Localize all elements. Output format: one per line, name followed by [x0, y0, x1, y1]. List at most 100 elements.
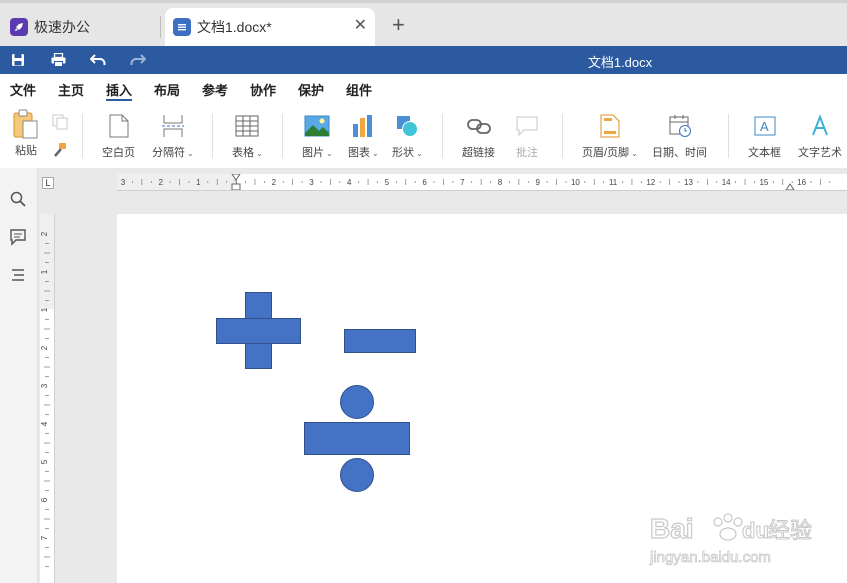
image-icon [304, 112, 330, 140]
copy-icon[interactable] [52, 114, 68, 133]
word-art-label: 文字艺术 [798, 147, 842, 159]
table-icon [235, 112, 259, 140]
paste-button[interactable]: 粘贴 [12, 109, 40, 158]
undo-icon[interactable] [88, 50, 108, 70]
menu-protect[interactable]: 保护 [298, 80, 324, 99]
ruler-tick-label: 6 [422, 178, 427, 187]
navigation-icon[interactable] [9, 266, 27, 284]
text-box-label: 文本框 [748, 147, 781, 159]
ruler-tick-label: 1 [40, 269, 49, 274]
toolbar-divider [728, 114, 729, 158]
menu-home[interactable]: 主页 [58, 80, 84, 99]
tab-document-title: 文档1.docx* [197, 19, 272, 35]
ruler-tick-label: 7 [460, 178, 465, 187]
ruler-top-margin [40, 214, 54, 309]
horizontal-ruler[interactable]: 3 2 1 1 2 3 4 5 6 7 8 9 10 11 12 13 14 15 16 [117, 174, 847, 191]
print-icon[interactable] [48, 50, 68, 70]
comments-icon[interactable] [9, 228, 27, 246]
ruler-tick-label: 15 [759, 178, 768, 187]
blank-page-icon [109, 112, 129, 140]
watermark-suffix: 经验 [768, 519, 812, 544]
ruler-tick-label: 4 [347, 178, 352, 187]
tab-divider [160, 16, 161, 38]
division-bottom-dot[interactable] [340, 458, 374, 492]
image-button[interactable]: 图片 ⌄ [302, 112, 333, 160]
close-icon[interactable]: ✕ [354, 18, 367, 34]
comment-button[interactable]: 批注 [515, 112, 539, 160]
left-sidebar [0, 168, 38, 583]
tab-document[interactable]: 文档1.docx* ✕ [165, 8, 375, 46]
shape-icon [395, 112, 419, 140]
vertical-ruler[interactable]: 2 1 1 2 3 4 5 6 7 [40, 214, 55, 583]
ruler-tick-label: 3 [121, 178, 126, 187]
chevron-down-icon: ⌄ [187, 149, 194, 158]
ruler-tick-label: 16 [797, 178, 806, 187]
separator-button[interactable]: 分隔符 ⌄ [152, 112, 194, 160]
chevron-down-icon: ⌄ [631, 149, 638, 158]
menu-references[interactable]: 参考 [202, 80, 228, 99]
shape-button[interactable]: 形状 ⌄ [392, 112, 423, 160]
format-painter-icon[interactable] [52, 142, 68, 161]
date-time-label: 日期、时间 [652, 147, 707, 159]
plus-shape-center [246, 319, 271, 343]
comment-label: 批注 [516, 147, 538, 159]
tab-app-title: 极速办公 [34, 19, 90, 35]
ruler-tick-label: 1 [196, 178, 201, 187]
division-top-dot[interactable] [340, 385, 374, 419]
calendar-clock-icon [668, 112, 692, 140]
ruler-tick-label: 11 [609, 178, 618, 187]
header-footer-label: 页眉/页脚 ⌄ [582, 144, 638, 160]
menu-collaborate[interactable]: 协作 [250, 80, 276, 99]
separator-icon [161, 112, 184, 140]
header-footer-button[interactable]: 页眉/页脚 ⌄ [582, 112, 638, 160]
ruler-tick-label: 2 [158, 178, 163, 187]
watermark-url: jingyan.baidu.com [649, 549, 771, 566]
chart-button[interactable]: 图表 ⌄ [348, 112, 379, 160]
paste-label: 粘贴 [15, 145, 37, 157]
blank-page-label: 空白页 [102, 147, 135, 159]
search-icon[interactable] [9, 190, 27, 208]
ruler-tick-label: 3 [309, 178, 314, 187]
ruler-tick-label: 4 [40, 421, 49, 426]
division-bar[interactable] [304, 422, 410, 455]
shape-label: 形状 ⌄ [392, 144, 423, 160]
tab-stop-selector[interactable]: L [42, 177, 54, 189]
menu-layout[interactable]: 布局 [154, 80, 180, 99]
chevron-down-icon: ⌄ [256, 149, 263, 158]
chevron-down-icon: ⌄ [326, 149, 333, 158]
table-button[interactable]: 表格 ⌄ [232, 112, 263, 160]
ruler-tick-label: 5 [40, 459, 49, 464]
table-label: 表格 ⌄ [232, 144, 263, 160]
new-tab-icon[interactable]: + [392, 14, 405, 36]
date-time-button[interactable]: 日期、时间 [652, 112, 707, 160]
ruler-tick-label: 8 [498, 178, 503, 187]
tab-bar: 极速办公 文档1.docx* ✕ + [0, 0, 847, 46]
menu-plugins[interactable]: 组件 [346, 80, 372, 99]
minus-shape[interactable] [344, 329, 416, 353]
text-box-button[interactable]: A 文本框 [748, 112, 781, 160]
menu-bar: 文件 主页 插入 布局 参考 协作 保护 组件 [0, 74, 847, 102]
chart-label: 图表 ⌄ [348, 144, 379, 160]
word-art-icon [808, 112, 832, 140]
word-art-button[interactable]: 文字艺术 [798, 112, 842, 160]
tab-app[interactable]: 极速办公 [0, 8, 160, 46]
hyperlink-button[interactable]: 超链接 [462, 112, 495, 160]
save-icon[interactable] [8, 50, 28, 70]
baidu-watermark: Bai du 经验 jingyan.baidu.com [648, 508, 847, 578]
separator-text: 分隔符 [152, 147, 185, 159]
header-footer-text: 页眉/页脚 [582, 147, 630, 159]
menu-file[interactable]: 文件 [10, 80, 36, 99]
header-footer-icon [600, 112, 620, 140]
active-menu-indicator [106, 99, 132, 101]
toolbar-divider [562, 114, 563, 158]
svg-text:A: A [760, 119, 769, 134]
ribbon-toolbar: 粘贴 空白页 分隔符 ⌄ 表格 ⌄ 图片 ⌄ 图表 ⌄ 形状 ⌄ 超链接 批注 … [0, 102, 847, 169]
blank-page-button[interactable]: 空白页 [102, 112, 135, 160]
chevron-down-icon: ⌄ [372, 149, 379, 158]
toolbar-divider [212, 114, 213, 158]
right-indent-marker[interactable] [785, 183, 795, 190]
ruler-tick-label: 1 [40, 307, 49, 312]
menu-insert[interactable]: 插入 [106, 80, 132, 99]
watermark-brand: Bai [650, 513, 694, 544]
redo-icon[interactable] [128, 50, 148, 70]
